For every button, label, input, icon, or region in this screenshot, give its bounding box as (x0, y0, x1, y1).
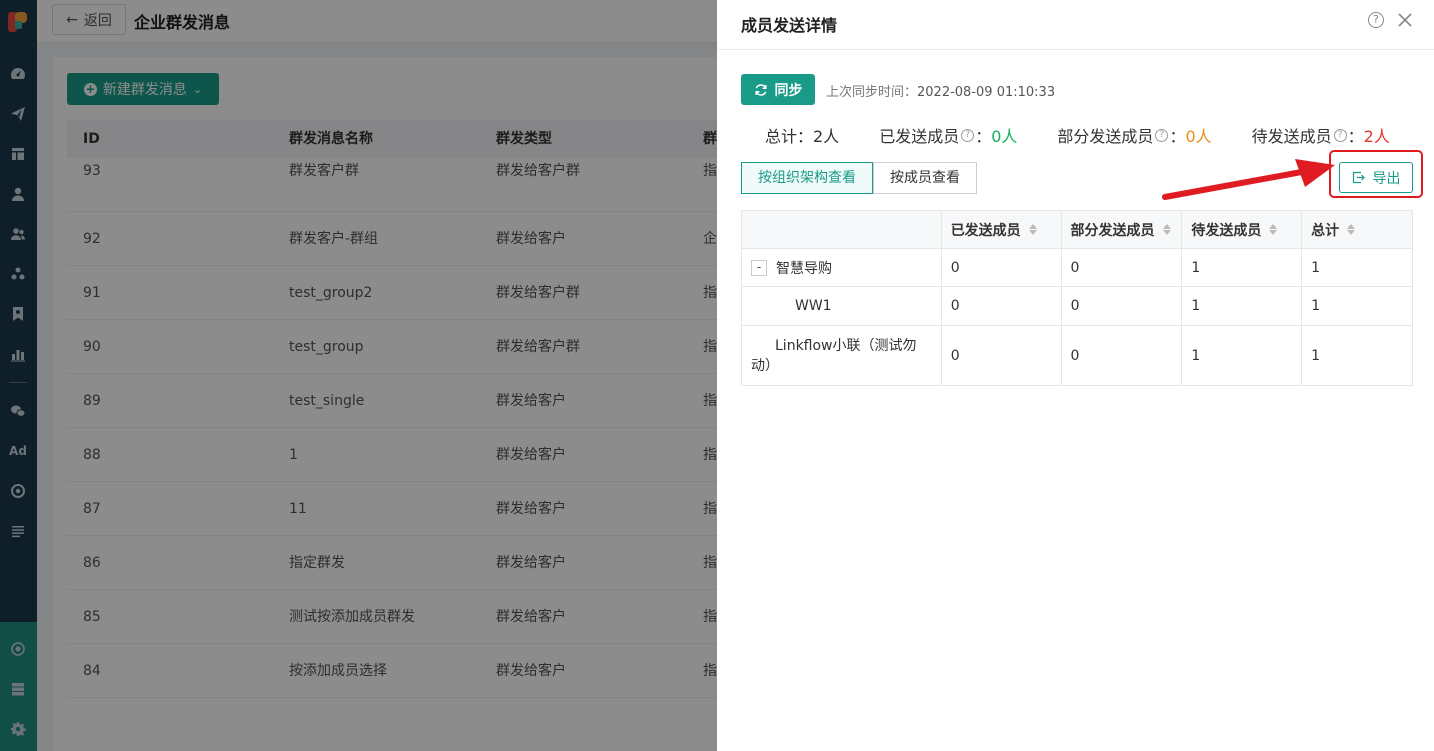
total-count: 1 (1311, 298, 1321, 314)
org-cell: WW1 (742, 287, 942, 325)
last-sync-time: 上次同步时间：2022-08-09 01:10:33 (826, 81, 1055, 100)
help-icon[interactable]: ? (1368, 12, 1384, 28)
help-icon[interactable]: ? (1333, 128, 1347, 142)
column-header-partial[interactable]: 部分发送成员 (1062, 211, 1183, 248)
partial-count: 0 (1062, 326, 1183, 385)
sort-icon[interactable] (1028, 224, 1037, 235)
column-header-label: 总计 (1311, 222, 1340, 239)
close-icon[interactable] (1396, 11, 1414, 29)
export-icon (1352, 171, 1365, 184)
pending-count: 1 (1182, 287, 1303, 325)
org-cell: Linkflow小联（测试勿动） (742, 326, 942, 385)
send-stats: 总计： 2人 已发送成员 ? ： 0人 部分发送成员 ? ： 0人 待发送成员 … (765, 123, 1390, 147)
sort-icon[interactable] (1162, 224, 1171, 235)
stat-total-label: 总计： (765, 127, 814, 146)
stat-pending-value: 2人 (1363, 127, 1390, 146)
overlay-mask[interactable] (0, 0, 717, 751)
sync-button[interactable]: 同步 (741, 74, 815, 105)
column-header-label: 待发送成员 (1191, 222, 1262, 239)
help-icon[interactable]: ? (1155, 128, 1169, 142)
drawer-header: 成员发送详情 ? (717, 0, 1434, 50)
table-row: - 智慧导购 0 0 1 1 (742, 249, 1412, 287)
last-sync-value: 2022-08-09 01:10:33 (917, 85, 1056, 100)
sort-icon[interactable] (1269, 224, 1278, 235)
total-count: 1 (1311, 347, 1321, 364)
view-mode-switch: 按组织架构查看 按成员查看 (741, 162, 977, 194)
table-row: Linkflow小联（测试勿动） 0 0 1 1 (742, 326, 1412, 385)
org-cell: - 智慧导购 (742, 249, 942, 286)
stat-pending: 待发送成员 ? ： 2人 (1252, 123, 1390, 147)
total-count: 1 (1311, 259, 1321, 276)
annotation-arrow (1162, 159, 1335, 200)
stat-sent-label: 已发送成员 (879, 127, 960, 146)
last-sync-label: 上次同步时间： (826, 85, 918, 100)
stat-partial-value: 0人 (1185, 127, 1212, 146)
sort-icon[interactable] (1347, 224, 1356, 235)
stat-colon: ： (1347, 127, 1364, 146)
column-header-total[interactable]: 总计 (1302, 211, 1412, 248)
stat-pending-label: 待发送成员 (1251, 127, 1332, 146)
pending-count: 1 (1182, 249, 1303, 286)
org-name: 智慧导购 (776, 260, 832, 277)
stat-total: 总计： 2人 (765, 123, 839, 147)
column-header-label: 部分发送成员 (1070, 222, 1155, 239)
view-by-org-button[interactable]: 按组织架构查看 (741, 162, 873, 194)
column-header-name (742, 211, 942, 248)
column-header-label: 已发送成员 (950, 222, 1021, 239)
stat-partial: 部分发送成员 ? ： 0人 (1057, 123, 1211, 147)
sent-count: 0 (942, 326, 1062, 385)
member-detail-table-header: 已发送成员 部分发送成员 待发送成员 总计 (742, 211, 1412, 249)
export-button-label: 导出 (1372, 170, 1401, 187)
pending-count: 1 (1182, 326, 1303, 385)
member-detail-table: 已发送成员 部分发送成员 待发送成员 总计 - 智慧导购 0 0 1 1 WW1… (741, 210, 1413, 386)
refresh-icon (754, 83, 767, 96)
stat-colon: ： (975, 127, 992, 146)
column-header-sent[interactable]: 已发送成员 (942, 211, 1062, 248)
org-name: WW1 (795, 298, 832, 314)
partial-count: 0 (1062, 249, 1183, 286)
sent-count: 0 (942, 249, 1062, 286)
drawer-title: 成员发送详情 (741, 16, 838, 35)
column-header-pending[interactable]: 待发送成员 (1182, 211, 1303, 248)
help-icon[interactable]: ? (961, 128, 975, 142)
member-send-detail-drawer: 成员发送详情 ? 同步 上次同步时间：2022-08-09 01:10:33 总… (717, 0, 1434, 751)
view-by-member-button[interactable]: 按成员查看 (873, 162, 977, 194)
stat-partial-label: 部分发送成员 (1057, 127, 1154, 146)
stat-sent-value: 0人 (991, 127, 1018, 146)
export-button[interactable]: 导出 (1339, 162, 1413, 193)
table-row: WW1 0 0 1 1 (742, 287, 1412, 326)
partial-count: 0 (1062, 287, 1183, 325)
sent-count: 0 (942, 287, 1062, 325)
stat-total-value: 2人 (813, 127, 840, 146)
collapse-toggle-icon[interactable]: - (751, 259, 767, 276)
stat-sent: 已发送成员 ? ： 0人 (879, 123, 1017, 147)
sync-button-label: 同步 (774, 82, 803, 99)
stat-colon: ： (1169, 127, 1186, 146)
org-name: Linkflow小联（测试勿动） (751, 337, 917, 374)
